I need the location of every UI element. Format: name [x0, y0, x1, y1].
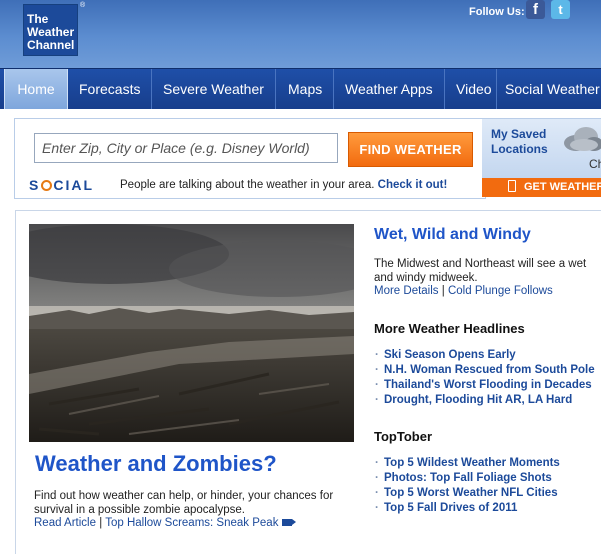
twitter-icon[interactable]: t	[551, 0, 570, 19]
find-weather-button[interactable]: FIND WEATHER	[348, 132, 473, 167]
sidebar-story-description: The Midwest and Northeast will see a wet…	[374, 257, 601, 285]
facebook-icon[interactable]: f	[526, 0, 545, 19]
link-separator: |	[99, 517, 103, 529]
headline-item[interactable]: Thailand's Worst Flooding in Decades	[374, 378, 601, 393]
toptober-item[interactable]: Top 5 Worst Weather NFL Cities	[374, 486, 601, 501]
cloud-icon	[564, 127, 601, 151]
more-details-link[interactable]: More Details	[374, 285, 439, 297]
social-logo-o-icon	[41, 180, 53, 191]
social-logo-rest: CIAL	[53, 177, 95, 193]
logo-line-3: Channel	[27, 38, 75, 52]
get-weather-label: GET WEATHER	[524, 181, 601, 193]
toptober-item[interactable]: Photos: Top Fall Foliage Shots	[374, 471, 601, 486]
social-check-it-out-link[interactable]: Check it out!	[378, 179, 448, 191]
more-headlines-list: Ski Season Opens Early N.H. Woman Rescue…	[374, 348, 601, 408]
saved-locations-label[interactable]: My Saved Locations	[491, 127, 561, 157]
weather-channel-logo[interactable]: The Weather Channel	[23, 4, 78, 56]
nav-weather-apps[interactable]: Weather Apps	[345, 69, 433, 109]
registered-mark: ®	[80, 2, 86, 9]
phone-icon	[508, 180, 516, 192]
video-icon	[282, 519, 297, 526]
toptober-list: Top 5 Wildest Weather Moments Photos: To…	[374, 456, 601, 516]
toptober-item[interactable]: Top 5 Wildest Weather Moments	[374, 456, 601, 471]
sidebar-story-text: The Midwest and Northeast will see a wet…	[374, 258, 587, 284]
search-panel: FIND WEATHER S CIAL People are talking ab…	[14, 118, 486, 199]
headline-item[interactable]: Drought, Flooding Hit AR, LA Hard	[374, 393, 601, 408]
follow-us-label: Follow Us:	[469, 6, 525, 18]
headline-item[interactable]: Ski Season Opens Early	[374, 348, 601, 363]
read-article-link[interactable]: Read Article	[34, 517, 96, 529]
social-text: People are talking about the weather in …	[120, 179, 375, 191]
nav-video[interactable]: Video	[456, 69, 492, 109]
search-input[interactable]	[34, 133, 338, 163]
nav-forecasts[interactable]: Forecasts	[79, 69, 140, 109]
more-headlines-heading: More Weather Headlines	[374, 321, 525, 336]
sidebar-story-links: More Details | Cold Plunge Follows	[374, 285, 553, 297]
site-header: The Weather Channel ® Follow Us: f t	[0, 0, 601, 68]
toptober-heading: TopTober	[374, 429, 433, 444]
nav-separator	[496, 69, 497, 109]
saved-locations-panel[interactable]: My Saved Locations Ch	[482, 118, 601, 179]
sidebar-story-title[interactable]: Wet, Wild and Windy	[374, 226, 531, 244]
nav-social-weather[interactable]: Social Weather	[505, 69, 600, 109]
headline-item[interactable]: N.H. Woman Rescued from South Pole	[374, 363, 601, 378]
nav-severe-weather[interactable]: Severe Weather	[163, 69, 264, 109]
hero-title-link[interactable]: Weather and Zombies?	[35, 451, 277, 477]
hero-links: Read Article | Top Hallow Screams: Sneak…	[34, 517, 297, 529]
main-nav: Home Forecasts Severe Weather Maps Weath…	[0, 68, 601, 109]
nav-home[interactable]: Home	[4, 69, 68, 109]
hero-description: Find out how weather can help, or hinder…	[34, 490, 334, 516]
social-logo-s: S	[29, 177, 41, 193]
toptober-item[interactable]: Top 5 Fall Drives of 2011	[374, 501, 601, 516]
nav-maps[interactable]: Maps	[288, 69, 322, 109]
social-logo: S CIAL	[29, 177, 94, 193]
sneak-peak-link[interactable]: Top Hallow Screams: Sneak Peak	[105, 517, 278, 529]
link-separator: |	[441, 285, 445, 297]
social-message: People are talking about the weather in …	[120, 179, 447, 191]
get-weather-button[interactable]: GET WEATHER	[482, 178, 601, 197]
nav-separator	[444, 69, 445, 109]
saved-location-partial: Ch	[589, 157, 601, 171]
hero-photo[interactable]	[29, 224, 354, 442]
nav-separator	[275, 69, 276, 109]
nav-separator	[151, 69, 152, 109]
cold-plunge-link[interactable]: Cold Plunge Follows	[448, 285, 553, 297]
nav-separator	[333, 69, 334, 109]
